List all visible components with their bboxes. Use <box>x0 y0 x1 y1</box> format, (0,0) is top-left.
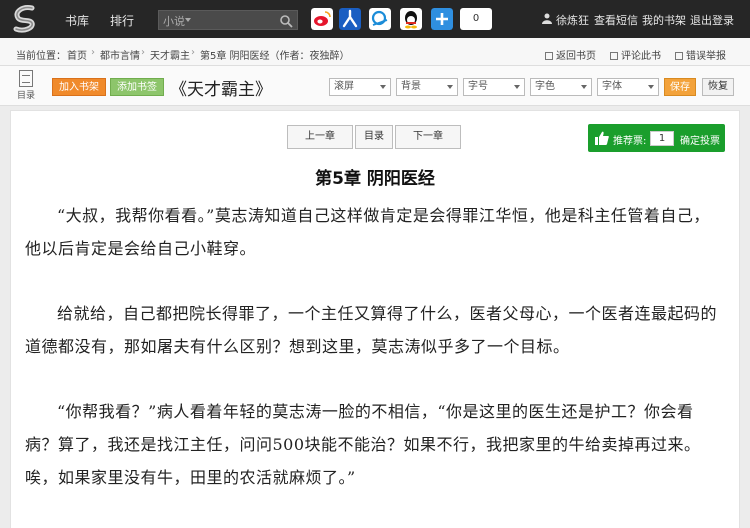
book-title: 《天才霸主》 <box>170 80 272 100</box>
more-share-icon[interactable] <box>431 8 453 30</box>
nav-library-link[interactable]: 书库 <box>65 12 89 29</box>
report-error-link[interactable]: 错误举报 <box>675 47 726 62</box>
renren-share-icon[interactable] <box>339 8 361 30</box>
next-chapter-button[interactable]: 下一章 <box>395 125 461 149</box>
username-link[interactable]: 徐炼狂 <box>556 12 589 28</box>
breadcrumb-separator: › <box>91 47 95 58</box>
comment-icon <box>610 52 618 60</box>
vote-count-input[interactable]: 1 <box>650 131 674 146</box>
confirm-vote-button[interactable]: 确定投票 <box>680 132 720 147</box>
chapter-toc-button[interactable]: 目录 <box>355 125 393 149</box>
report-icon <box>675 52 683 60</box>
chapter-paragraph: “大叔，我帮你看看。”莫志涛知道自己这样做肯定是会得罪江华恒，他是科主任管着自己… <box>25 206 710 258</box>
toc-label: 目录 <box>16 91 35 101</box>
list-icon <box>19 70 33 87</box>
breadcrumb-separator: › <box>141 47 145 58</box>
breadcrumb-home-link[interactable]: 首页 <box>67 47 87 62</box>
background-select[interactable]: 背景 <box>396 78 458 96</box>
breadcrumb-book-link[interactable]: 天才霸主 <box>150 47 190 62</box>
breadcrumb-prefix: 当前位置： <box>16 51 66 62</box>
toc-button[interactable]: 目录 <box>14 70 38 101</box>
font-color-select[interactable]: 字色 <box>530 78 592 96</box>
add-bookmark-button[interactable]: 添加书签 <box>110 78 164 96</box>
font-family-select[interactable]: 字体 <box>597 78 659 96</box>
chapter-paragraph: 给就给，自己都把院长得罪了，一个主任又算得了什么，医者父母心，一个医者连最起码的… <box>25 304 718 356</box>
prev-chapter-button[interactable]: 上一章 <box>287 125 353 149</box>
reading-area: 上一章 目录 下一章 推荐票: 1 确定投票 第5章 阴阳医经 “大叔，我帮你看… <box>10 110 740 528</box>
qq-share-icon[interactable] <box>400 8 422 30</box>
vote-label: 推荐票: <box>613 136 647 147</box>
search-icon[interactable] <box>279 14 293 28</box>
search-scope-select[interactable]: 小说 <box>163 13 185 29</box>
save-settings-button[interactable]: 保存 <box>664 78 696 96</box>
qzone-share-icon[interactable] <box>369 8 391 30</box>
recommend-vote-panel: 推荐票: 1 确定投票 <box>588 124 725 152</box>
weibo-share-icon[interactable] <box>311 8 333 30</box>
nav-ranking-link[interactable]: 排行 <box>110 12 134 29</box>
book-icon <box>545 52 553 60</box>
add-to-bookshelf-button[interactable]: 加入书架 <box>52 78 106 96</box>
user-icon <box>542 13 552 24</box>
share-count-badge: 0 <box>460 8 492 30</box>
scroll-mode-select[interactable]: 滚屏 <box>329 78 391 96</box>
restore-settings-button[interactable]: 恢复 <box>702 78 734 96</box>
breadcrumb-category-link[interactable]: 都市言情 <box>100 47 140 62</box>
reader-toolbar: 目录 加入书架 添加书签 《天才霸主》 滚屏 背景 字号 字色 字体 保存 恢复 <box>0 66 750 106</box>
logout-link[interactable]: 退出登录 <box>690 12 734 28</box>
breadcrumb-separator: › <box>191 47 195 58</box>
thumbs-up-icon <box>595 131 609 145</box>
site-logo-icon[interactable] <box>10 4 42 34</box>
messages-link[interactable]: 查看短信 <box>594 12 638 28</box>
back-to-book-link[interactable]: 返回书页 <box>545 47 596 62</box>
font-size-select[interactable]: 字号 <box>463 78 525 96</box>
comment-book-link[interactable]: 评论此书 <box>610 47 661 62</box>
search-input[interactable]: 小说 <box>158 10 298 30</box>
top-navbar: 书库 排行 小说 0 徐炼狂 查看短信 我的书架 退出登录 <box>0 0 750 38</box>
chapter-paragraph: “你帮我看？”病人看着年轻的莫志涛一脸的不相信，“你是这里的医生还是护工？你会看… <box>25 402 701 487</box>
chapter-title: 第5章 阴阳医经 <box>315 169 435 189</box>
breadcrumb: 当前位置： 首页 › 都市言情 › 天才霸主 › 第5章 阴阳医经（作者：夜独醉… <box>0 38 750 66</box>
chevron-down-icon <box>185 18 191 22</box>
breadcrumb-current-chapter: 第5章 阴阳医经（作者：夜独醉） <box>200 51 350 62</box>
my-bookshelf-link[interactable]: 我的书架 <box>642 12 686 28</box>
